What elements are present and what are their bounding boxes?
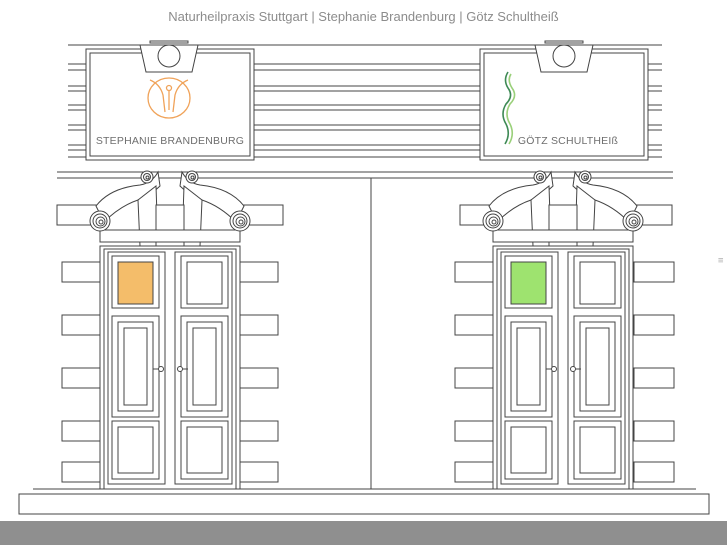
status-bar xyxy=(0,521,727,545)
portal-right xyxy=(454,170,675,490)
building-facade: STEPHANIE BRANDENBURG GÖTZ SCHULTHEIß xyxy=(18,40,710,515)
sign-right-label: GÖTZ SCHULTHEIß xyxy=(518,135,618,147)
scrollbar-grip-icon[interactable]: ≡ xyxy=(718,257,726,273)
portal-left xyxy=(56,170,284,490)
door-accent-right[interactable] xyxy=(510,261,547,305)
door-accent-left[interactable] xyxy=(117,261,154,305)
sign-right[interactable]: GÖTZ SCHULTHEIß xyxy=(479,40,649,161)
sign-left-label: STEPHANIE BRANDENBURG xyxy=(96,135,244,147)
plinth xyxy=(18,488,710,515)
sign-left[interactable]: STEPHANIE BRANDENBURG xyxy=(85,40,255,161)
